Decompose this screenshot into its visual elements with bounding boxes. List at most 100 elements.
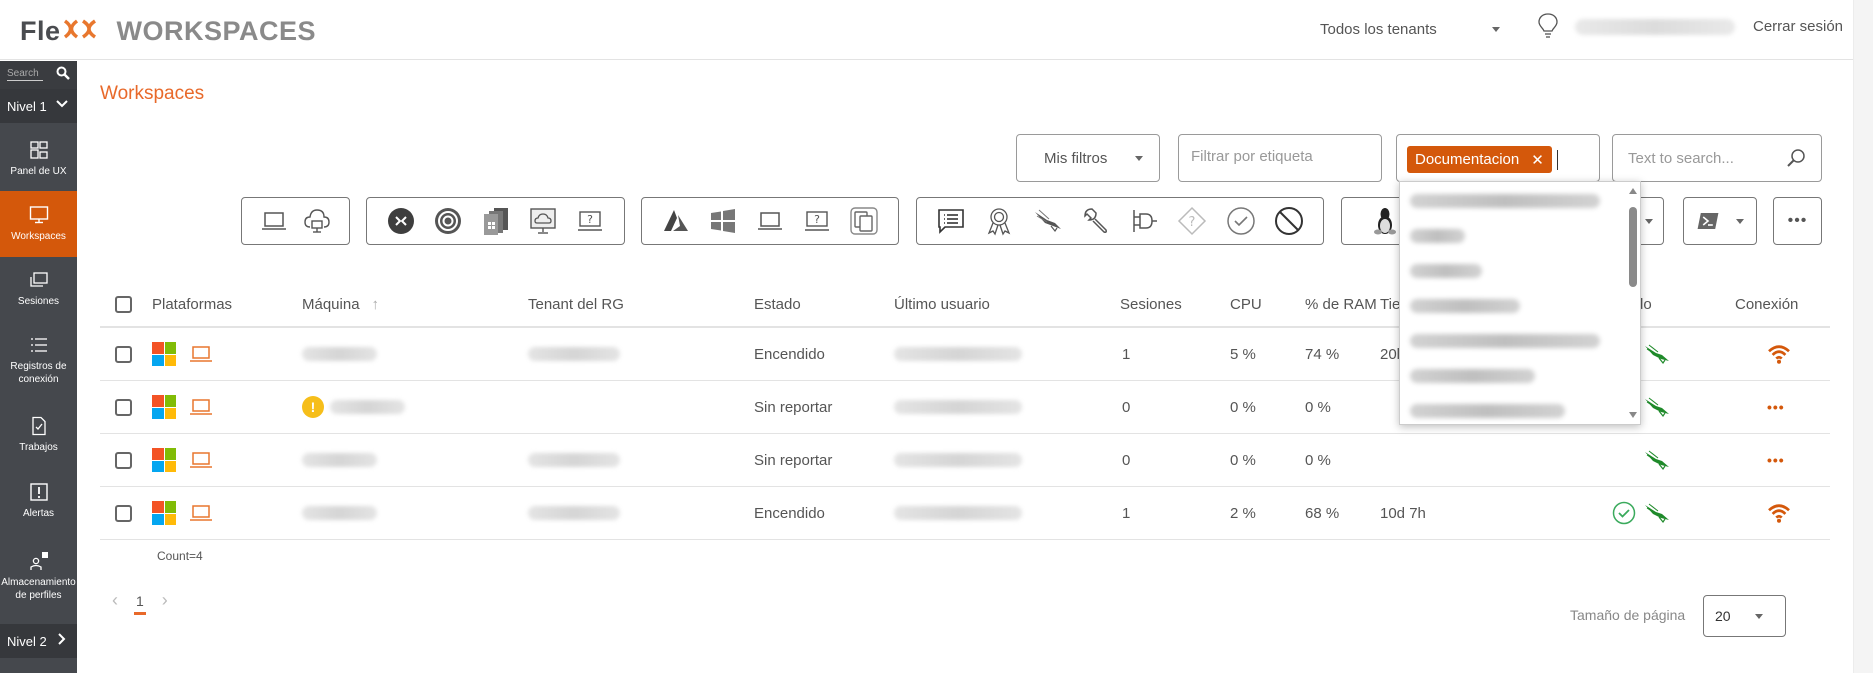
sidebar-search[interactable]: Search [0, 61, 77, 89]
page-size-select[interactable]: 20 [1703, 595, 1786, 637]
toolbar-group-broker: ? [366, 197, 625, 245]
sidebar-item-alertas[interactable]: Alertas [0, 469, 77, 533]
prev-page-icon[interactable]: ‹ [112, 590, 118, 611]
status-text: Sin reportar [754, 451, 833, 469]
filter-azure-button[interactable] [657, 203, 694, 239]
run-script-button[interactable] [1683, 197, 1757, 245]
search-input[interactable]: Text to search... [1612, 134, 1822, 182]
filter-certificate-button[interactable] [980, 203, 1018, 239]
app-logo[interactable]: Fle WORKSPACES [20, 14, 316, 48]
row-checkbox[interactable] [115, 451, 132, 469]
filter-disabled-button[interactable] [1270, 203, 1308, 239]
machine-name-redacted[interactable] [302, 453, 377, 467]
linux-icon [1374, 208, 1396, 235]
tag-option-redacted[interactable] [1410, 229, 1465, 243]
sidebar-item-almacenamiento-perfiles[interactable]: Almacenamiento de perfiles [0, 539, 77, 613]
filter-unknown-hypervisor-button[interactable]: ? [799, 203, 836, 239]
col-tenant-rg[interactable]: Tenant del RG [528, 282, 624, 326]
col-tiempo[interactable]: Tie [1380, 282, 1400, 326]
scroll-thumb[interactable] [1629, 207, 1637, 287]
table-row[interactable]: Sin reportar 0 0 % 0 % ••• [100, 434, 1830, 487]
logout-link[interactable]: Cerrar sesión [1753, 18, 1843, 35]
tag-option-redacted[interactable] [1410, 194, 1600, 208]
level-2-toggle[interactable]: Nivel 2 [0, 624, 77, 658]
sidebar-item-trabajos[interactable]: Trabajos [0, 403, 77, 467]
row-checkbox[interactable] [115, 345, 132, 363]
caret-down-icon[interactable] [1645, 219, 1653, 224]
filter-cloud-pc-button[interactable] [524, 203, 561, 239]
powershell-icon [1697, 213, 1719, 229]
tag-options-dropdown [1399, 181, 1641, 425]
tag-option-redacted[interactable] [1410, 369, 1535, 383]
row-checkbox[interactable] [115, 504, 132, 522]
filter-cloud-button[interactable] [298, 203, 338, 239]
search-icon[interactable] [1786, 148, 1806, 168]
sidebar-item-registros-conexion[interactable]: Registros de conexión [0, 323, 77, 397]
tag-option-redacted[interactable] [1410, 334, 1600, 348]
tenant-select[interactable]: Todos los tenants [1320, 16, 1500, 42]
filter-messages-button[interactable] [932, 203, 970, 239]
ellipsis-icon[interactable]: ••• [1767, 452, 1785, 468]
lightbulb-icon[interactable] [1537, 12, 1559, 40]
scroll-up-icon[interactable] [1629, 188, 1637, 194]
more-actions-button[interactable]: ••• [1773, 197, 1822, 245]
tag-filter-input[interactable]: Filtrar por etiqueta [1178, 134, 1382, 182]
caret-down-icon [1755, 613, 1763, 619]
filter-ok-button[interactable] [1222, 203, 1260, 239]
dropdown-scrollbar[interactable] [1626, 182, 1640, 424]
tag-option-redacted[interactable] [1410, 404, 1565, 418]
row-checkbox[interactable] [115, 398, 132, 416]
filter-multi-device-button[interactable] [846, 203, 883, 239]
sidebar-item-panel-ux[interactable]: Panel de UX [0, 127, 77, 191]
col-conexion[interactable]: Conexión [1735, 282, 1798, 326]
page-1-button[interactable]: 1 [134, 593, 146, 615]
search-icon[interactable] [56, 66, 70, 80]
sidebar-item-sesiones[interactable]: Sesiones [0, 257, 77, 321]
uptime-value: 10d 7h [1380, 504, 1426, 522]
page-scrollbar[interactable] [1853, 0, 1873, 673]
filter-crowdstrike-button[interactable] [1029, 203, 1067, 239]
status-text: Encendido [754, 345, 825, 363]
level-1-toggle[interactable]: Nivel 1 [0, 89, 77, 123]
filter-plugged-button[interactable] [1125, 203, 1163, 239]
table-row[interactable]: Encendido 1 2 % 68 % 10d 7h [100, 487, 1830, 540]
ellipsis-icon[interactable]: ••• [1767, 399, 1785, 415]
col-ultimo-usuario[interactable]: Último usuario [894, 282, 990, 326]
machine-name-redacted[interactable] [302, 347, 377, 361]
filter-unknown-broker-button[interactable]: ? [572, 203, 609, 239]
sessions-value: 0 [1122, 451, 1131, 469]
caret-down-icon [1135, 155, 1143, 161]
wifi-icon[interactable] [1767, 503, 1791, 523]
select-all-checkbox[interactable] [115, 295, 132, 313]
col-estado[interactable]: Estado [754, 282, 801, 326]
tag-option-redacted[interactable] [1410, 264, 1482, 278]
filter-citrix-button[interactable] [429, 203, 466, 239]
alert-icon [29, 483, 48, 501]
scroll-down-icon[interactable] [1629, 412, 1637, 418]
col-sesiones[interactable]: Sesiones [1120, 282, 1182, 326]
filter-maintenance-button[interactable] [1077, 203, 1115, 239]
toolbar-group-hypervisor: ? [641, 197, 899, 245]
remove-tag-icon[interactable]: ✕ [1531, 151, 1544, 169]
filter-avd-button[interactable] [477, 203, 514, 239]
filter-windows-button[interactable] [704, 203, 741, 239]
cloud-desktop-icon [304, 209, 330, 233]
machine-name-redacted[interactable] [330, 400, 405, 414]
col-cpu[interactable]: CPU [1230, 282, 1262, 326]
col-ram[interactable]: % de RAM [1305, 282, 1377, 326]
selected-tags-input[interactable]: Documentacion ✕ [1396, 134, 1600, 182]
wifi-icon[interactable] [1767, 344, 1791, 364]
next-page-icon[interactable]: › [162, 590, 168, 611]
col-maquina[interactable]: Máquina ↑ [302, 282, 379, 326]
sessions-value: 1 [1122, 504, 1131, 522]
machine-name-redacted[interactable] [302, 506, 377, 520]
tag-option-redacted[interactable] [1410, 299, 1520, 313]
filter-rdp-button[interactable] [382, 203, 419, 239]
sidebar-search-input[interactable]: Search [7, 68, 43, 81]
filter-physical-os-button[interactable] [751, 203, 788, 239]
my-filters-dropdown[interactable]: Mis filtros [1016, 134, 1160, 182]
filter-unknown-status-button[interactable]: ? [1173, 203, 1211, 239]
col-plataformas[interactable]: Plataformas [152, 282, 232, 326]
sidebar-item-workspaces[interactable]: Workspaces [0, 191, 77, 257]
filter-physical-button[interactable] [254, 203, 294, 239]
